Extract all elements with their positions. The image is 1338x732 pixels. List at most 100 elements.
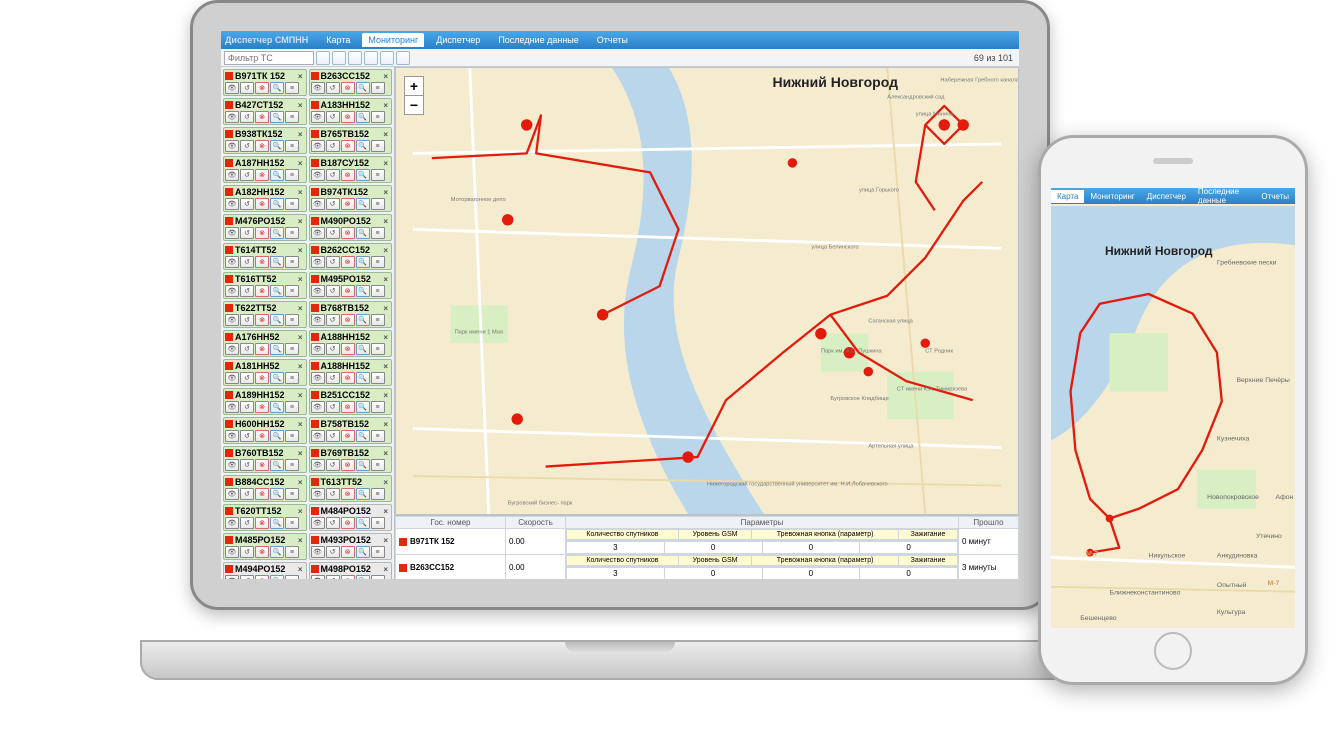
phone-tab-monitoring[interactable]: Мониторинг — [1084, 190, 1140, 203]
close-icon[interactable]: × — [381, 507, 390, 516]
route-icon[interactable]: ↺ — [240, 343, 254, 355]
cancel-icon[interactable]: ⊗ — [341, 517, 355, 529]
route-icon[interactable]: ↺ — [326, 430, 340, 442]
eye-icon[interactable]: 👁 — [225, 546, 239, 558]
menu-icon[interactable]: ≡ — [285, 227, 299, 239]
close-icon[interactable]: × — [381, 478, 390, 487]
eye-icon[interactable]: 👁 — [311, 343, 325, 355]
cancel-icon[interactable]: ⊗ — [255, 401, 269, 413]
toolbar-icon-showall[interactable] — [332, 51, 346, 65]
menu-icon[interactable]: ≡ — [371, 517, 385, 529]
vehicle-card[interactable]: М490РО152×👁↺⊗🔍≡ — [309, 214, 393, 241]
cancel-icon[interactable]: ⊗ — [255, 169, 269, 181]
cancel-icon[interactable]: ⊗ — [255, 256, 269, 268]
vehicle-card[interactable]: В263СС152×👁↺⊗🔍≡ — [309, 69, 393, 96]
map-canvas[interactable]: + − Нижний Новгород — [395, 67, 1019, 515]
close-icon[interactable]: × — [296, 333, 305, 342]
menu-icon[interactable]: ≡ — [285, 285, 299, 297]
eye-icon[interactable]: 👁 — [311, 372, 325, 384]
route-icon[interactable]: ↺ — [240, 372, 254, 384]
phone-tab-dispatcher[interactable]: Диспетчер — [1141, 190, 1192, 203]
close-icon[interactable]: × — [296, 159, 305, 168]
close-icon[interactable]: × — [296, 449, 305, 458]
route-icon[interactable]: ↺ — [240, 198, 254, 210]
route-icon[interactable]: ↺ — [326, 256, 340, 268]
vehicle-card[interactable]: А176НН52×👁↺⊗🔍≡ — [223, 330, 307, 357]
vehicle-card[interactable]: В758ТВ152×👁↺⊗🔍≡ — [309, 417, 393, 444]
toolbar-icon-columns[interactable] — [364, 51, 378, 65]
vehicle-card[interactable]: А181НН52×👁↺⊗🔍≡ — [223, 359, 307, 386]
zoom-icon[interactable]: 🔍 — [270, 372, 284, 384]
vehicle-card[interactable]: Т614ТТ52×👁↺⊗🔍≡ — [223, 243, 307, 270]
eye-icon[interactable]: 👁 — [311, 575, 325, 579]
zoom-icon[interactable]: 🔍 — [356, 256, 370, 268]
route-icon[interactable]: ↺ — [326, 372, 340, 384]
vehicle-card[interactable]: М495РО152×👁↺⊗🔍≡ — [309, 272, 393, 299]
close-icon[interactable]: × — [296, 304, 305, 313]
eye-icon[interactable]: 👁 — [225, 111, 239, 123]
vehicle-card[interactable]: А188НН152×👁↺⊗🔍≡ — [309, 359, 393, 386]
nav-tab-map[interactable]: Карта — [320, 33, 356, 47]
menu-icon[interactable]: ≡ — [371, 546, 385, 558]
close-icon[interactable]: × — [296, 130, 305, 139]
menu-icon[interactable]: ≡ — [371, 198, 385, 210]
vehicle-card[interactable]: В427СТ152×👁↺⊗🔍≡ — [223, 98, 307, 125]
vehicle-card[interactable]: Т613ТТ52×👁↺⊗🔍≡ — [309, 475, 393, 502]
nav-tab-monitoring[interactable]: Мониторинг — [362, 33, 424, 47]
filter-input[interactable] — [224, 51, 314, 65]
eye-icon[interactable]: 👁 — [311, 111, 325, 123]
cancel-icon[interactable]: ⊗ — [341, 285, 355, 297]
close-icon[interactable]: × — [381, 159, 390, 168]
route-icon[interactable]: ↺ — [326, 488, 340, 500]
cancel-icon[interactable]: ⊗ — [255, 198, 269, 210]
close-icon[interactable]: × — [381, 391, 390, 400]
route-icon[interactable]: ↺ — [240, 82, 254, 94]
close-icon[interactable]: × — [296, 217, 305, 226]
eye-icon[interactable]: 👁 — [311, 285, 325, 297]
cancel-icon[interactable]: ⊗ — [341, 227, 355, 239]
zoom-icon[interactable]: 🔍 — [356, 488, 370, 500]
route-icon[interactable]: ↺ — [240, 546, 254, 558]
close-icon[interactable]: × — [381, 420, 390, 429]
menu-icon[interactable]: ≡ — [285, 430, 299, 442]
cancel-icon[interactable]: ⊗ — [341, 575, 355, 579]
zoom-icon[interactable]: 🔍 — [356, 401, 370, 413]
vehicle-card[interactable]: М476РО152×👁↺⊗🔍≡ — [223, 214, 307, 241]
zoom-icon[interactable]: 🔍 — [356, 198, 370, 210]
eye-icon[interactable]: 👁 — [311, 546, 325, 558]
zoom-icon[interactable]: 🔍 — [270, 488, 284, 500]
cancel-icon[interactable]: ⊗ — [341, 82, 355, 94]
cancel-icon[interactable]: ⊗ — [255, 488, 269, 500]
vehicle-card[interactable]: Т620ТТ152×👁↺⊗🔍≡ — [223, 504, 307, 531]
vehicle-card[interactable]: Н600НН152×👁↺⊗🔍≡ — [223, 417, 307, 444]
route-icon[interactable]: ↺ — [326, 169, 340, 181]
cancel-icon[interactable]: ⊗ — [255, 546, 269, 558]
vehicle-card[interactable]: В884СС152×👁↺⊗🔍≡ — [223, 475, 307, 502]
menu-icon[interactable]: ≡ — [285, 343, 299, 355]
zoom-icon[interactable]: 🔍 — [270, 517, 284, 529]
eye-icon[interactable]: 👁 — [311, 169, 325, 181]
zoom-icon[interactable]: 🔍 — [270, 459, 284, 471]
eye-icon[interactable]: 👁 — [225, 575, 239, 579]
table-row[interactable]: В971ТК 1520.00Количество спутниковУровен… — [396, 529, 1019, 541]
cancel-icon[interactable]: ⊗ — [255, 430, 269, 442]
eye-icon[interactable]: 👁 — [311, 256, 325, 268]
zoom-icon[interactable]: 🔍 — [356, 372, 370, 384]
nav-tab-reports[interactable]: Отчеты — [591, 33, 634, 47]
zoom-icon[interactable]: 🔍 — [270, 430, 284, 442]
zoom-icon[interactable]: 🔍 — [356, 430, 370, 442]
zoom-icon[interactable]: 🔍 — [270, 111, 284, 123]
vehicle-card[interactable]: М484РО152×👁↺⊗🔍≡ — [309, 504, 393, 531]
cancel-icon[interactable]: ⊗ — [255, 140, 269, 152]
zoom-icon[interactable]: 🔍 — [270, 169, 284, 181]
zoom-icon[interactable]: 🔍 — [270, 140, 284, 152]
vehicle-card[interactable]: В251СС152×👁↺⊗🔍≡ — [309, 388, 393, 415]
eye-icon[interactable]: 👁 — [225, 169, 239, 181]
eye-icon[interactable]: 👁 — [311, 459, 325, 471]
eye-icon[interactable]: 👁 — [225, 401, 239, 413]
eye-icon[interactable]: 👁 — [311, 82, 325, 94]
eye-icon[interactable]: 👁 — [225, 314, 239, 326]
cancel-icon[interactable]: ⊗ — [255, 575, 269, 579]
zoom-icon[interactable]: 🔍 — [270, 256, 284, 268]
eye-icon[interactable]: 👁 — [225, 198, 239, 210]
